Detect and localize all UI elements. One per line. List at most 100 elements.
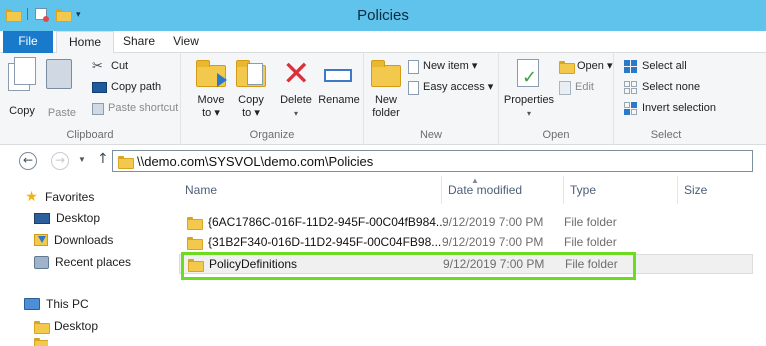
nav-pc-desktop[interactable]: Desktop [34,316,98,336]
nav-documents-partial[interactable] [34,338,48,346]
rename-button[interactable]: Rename [317,57,361,107]
paste-shortcut-button[interactable]: Paste shortcut [92,100,178,117]
open-folder-icon [559,61,575,74]
copy-label: Copy [9,105,35,117]
properties-icon: ✓ [513,57,545,91]
up-arrow-icon[interactable]: ↑ [97,151,109,167]
tab-home[interactable]: Home [56,31,114,54]
ribbon-tabs: File Home Share View [0,31,766,54]
copy-to-label: Copy [238,94,264,106]
copy-to-button[interactable]: Copy to ▾ [233,57,269,120]
cut-button[interactable]: ✂ Cut [92,58,128,75]
delete-icon: ✕ [282,54,311,94]
easy-access-icon [408,80,419,95]
new-folder-label-2: folder [372,107,400,119]
file-name-cell: {6AC1786C-016F-11D2-945F-00C04fB984... [187,215,446,230]
cut-label: Cut [111,60,129,72]
open-label: Open ▾ [577,60,613,72]
move-to-label: Move [197,94,225,106]
column-header-name[interactable]: Name [179,176,442,204]
address-bar[interactable]: \\demo.com\SYSVOL\demo.com\Policies [112,150,753,172]
edit-label: Edit [575,81,594,93]
copy-button[interactable]: Copy [6,57,38,118]
paste-label: Paste [47,107,77,119]
file-date: 9/12/2019 7:00 PM [442,215,544,229]
new-item-button[interactable]: New item ▾ [408,58,477,75]
delete-button[interactable]: ✕ Delete ▾ [277,57,315,120]
easy-access-button[interactable]: Easy access ▾ [408,79,493,96]
star-icon: ★ [25,189,38,205]
recent-locations-dropdown-icon[interactable]: ▼ [78,155,86,164]
back-button[interactable]: ← [19,152,37,170]
delete-label: Delete [280,94,312,106]
nav-this-pc[interactable]: This PC [24,294,89,314]
new-item-icon [408,59,419,74]
title-bar: ▾ Policies [0,0,766,31]
window-title: Policies [357,7,409,24]
file-name-cell: {31B2F340-016D-11D2-945F-00C04FB98... [187,235,441,250]
computer-icon [24,298,40,310]
copy-path-label: Copy path [111,81,162,93]
rename-icon [323,57,355,91]
nav-desktop[interactable]: Desktop [34,208,100,228]
address-folder-icon [118,156,134,169]
select-all-icon [624,59,638,74]
nav-downloads[interactable]: Downloads [34,230,113,250]
scissors-icon: ✂ [92,58,103,74]
recent-places-icon [34,255,49,269]
paste-shortcut-icon [92,102,104,115]
desktop-folder-icon [34,320,50,334]
properties-caret: ▾ [526,109,531,118]
edit-button[interactable]: Edit [559,79,594,96]
tab-file[interactable]: File [3,31,53,53]
folder-icon [187,236,203,250]
select-group-label: Select [650,129,682,141]
forward-button[interactable]: → [51,152,69,170]
paste-button[interactable]: Paste [42,57,82,120]
tab-share[interactable]: Share [114,31,164,53]
nav-this-pc-label: This PC [46,297,89,311]
select-all-label: Select all [642,60,687,72]
select-none-label: Select none [642,81,701,93]
address-path[interactable]: \\demo.com\SYSVOL\demo.com\Policies [137,154,373,169]
folder-icon [187,216,203,230]
copy-path-button[interactable]: Copy path [92,79,161,96]
move-to-icon [195,57,227,91]
new-folder-label: New [374,94,397,106]
tab-view[interactable]: View [164,31,208,53]
file-row[interactable]: {6AC1786C-016F-11D2-945F-00C04fB984... 9… [179,212,753,232]
paste-icon [46,59,78,93]
new-folder-icon [370,57,402,91]
open-button[interactable]: Open ▾ [559,58,613,75]
invert-selection-icon [624,101,638,116]
properties-button[interactable]: ✓ Properties ▾ [503,57,555,120]
clipboard-group-label: Clipboard [66,129,114,141]
column-header-type[interactable]: Type [564,176,678,204]
delete-caret: ▾ [293,109,298,118]
column-header-size[interactable]: Size [678,176,753,204]
file-type: File folder [564,235,617,249]
copy-to-label-2: to ▾ [242,107,260,119]
clipboard-group: Copy Paste ✂ Cut Copy path Paste shortcu… [0,53,181,145]
column-header-date[interactable]: Date modified [442,176,564,204]
file-date: 9/12/2019 7:00 PM [442,235,544,249]
select-none-button[interactable]: Select none [624,79,700,96]
downloads-icon [34,234,48,246]
copy-to-icon [235,57,267,91]
ribbon: Copy Paste ✂ Cut Copy path Paste shortcu… [0,53,766,145]
file-name: {6AC1786C-016F-11D2-945F-00C04fB984... [208,215,446,229]
nav-recent-places[interactable]: Recent places [34,252,131,272]
file-row[interactable]: {31B2F340-016D-11D2-945F-00C04FB98... 9/… [179,232,753,252]
move-to-button[interactable]: Move to ▾ [193,57,229,120]
invert-selection-button[interactable]: Invert selection [624,100,716,117]
select-all-button[interactable]: Select all [624,58,687,75]
nav-favorites[interactable]: ★ Favorites [24,187,94,207]
new-folder-button[interactable]: New folder [370,57,402,120]
desktop-icon [34,212,50,224]
copy-path-icon [92,82,107,93]
invert-selection-label: Invert selection [642,102,716,114]
nav-downloads-label: Downloads [54,233,114,247]
nav-pc-desktop-label: Desktop [54,319,99,333]
select-none-icon [624,80,638,95]
easy-access-label: Easy access ▾ [423,81,494,93]
